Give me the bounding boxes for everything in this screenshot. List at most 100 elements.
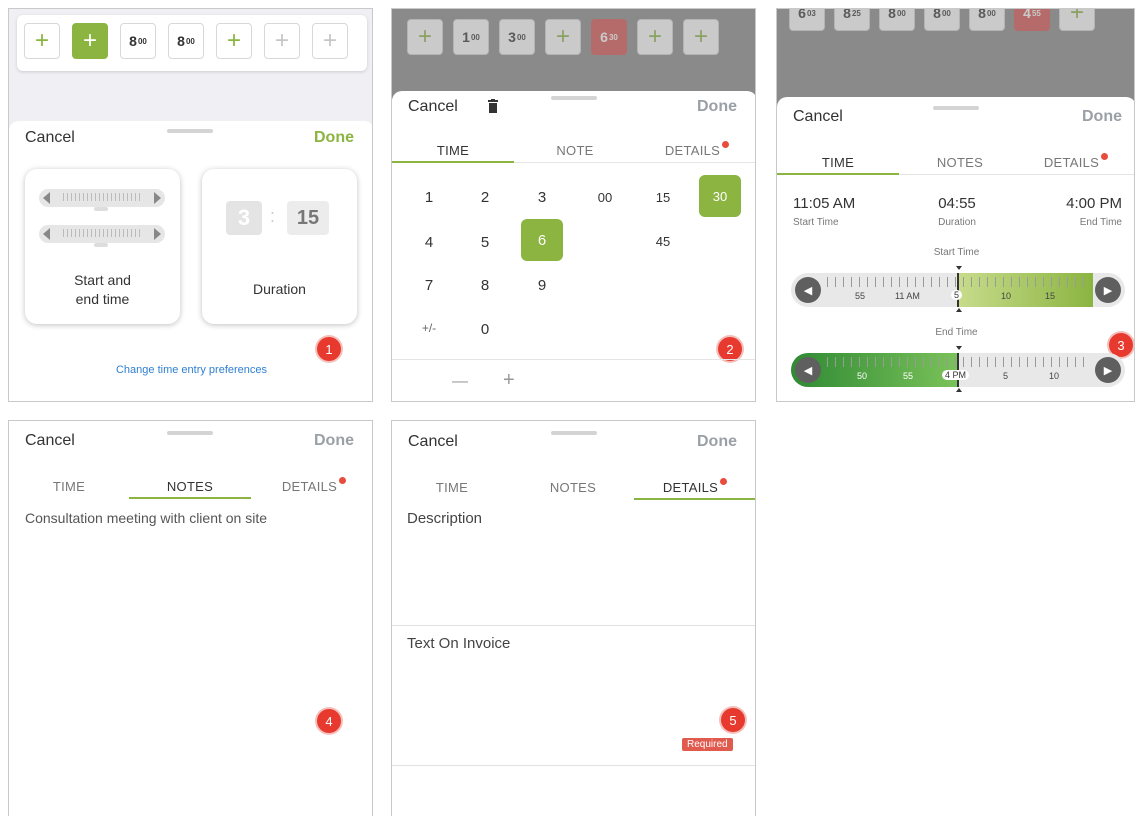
day-time-tile[interactable]: 6 30 [591,19,627,55]
day-add-tile[interactable]: + [545,19,581,55]
cancel-button[interactable]: Cancel [25,432,75,450]
key-6-selected[interactable]: 6 [521,219,563,261]
tab-details-label: DETAILS [662,480,719,495]
minute-00[interactable]: 00 [590,190,620,205]
key-7[interactable]: 7 [414,277,444,294]
day-time-tile[interactable]: 8 25 [834,9,870,31]
day-time-tile[interactable]: 8 00 [969,9,1005,31]
details-alert-dot-icon [339,477,347,484]
key-3[interactable]: 3 [527,189,557,206]
start-tick-15: 15 [1045,291,1056,301]
minute-15[interactable]: 15 [648,190,678,205]
day-add-tile[interactable]: + [24,23,60,59]
key-5[interactable]: 5 [470,234,500,251]
day-time-tile[interactable]: 1 00 [453,19,489,55]
cancel-button[interactable]: Cancel [408,433,458,451]
sheet-grabber[interactable] [167,129,213,133]
start-tick-selected: 5 [951,290,963,300]
key-4[interactable]: 4 [414,234,444,251]
sheet-grabber[interactable] [551,431,597,435]
end-tick-5: 5 [1003,371,1009,381]
day-add-tile[interactable]: + [72,23,108,59]
tab-note[interactable]: NOTE [514,143,636,158]
day-add-tile[interactable]: + [683,19,719,55]
day-add-tile[interactable]: + [264,23,300,59]
tab-details[interactable]: DETAILS [636,141,755,158]
plus-icon: + [693,23,708,50]
day-time-tile[interactable]: 6 03 [789,8,825,31]
end-time-label: End Time [1079,217,1122,228]
plus-icon: + [417,23,432,50]
day-time-tile[interactable]: 4 55 [1014,9,1050,31]
day-time-tile[interactable]: 8 00 [120,23,156,59]
done-button[interactable]: Done [1082,108,1122,126]
end-slider-mini-icon [39,225,165,243]
tab-details[interactable]: DETAILS [1015,153,1134,170]
minute-45[interactable]: 45 [648,234,678,249]
end-time-value: 4:00 PM [1066,195,1122,212]
end-time-slider[interactable]: ◀ ▶ 50 55 4 PM 5 10 [791,353,1125,387]
tab-notes[interactable]: NOTES [129,479,251,494]
tab-notes[interactable]: NOTES [899,155,1021,170]
trash-icon[interactable] [488,99,498,113]
bottom-divider [392,359,755,360]
day-add-tile[interactable]: + [1059,9,1095,31]
tab-notes[interactable]: NOTES [512,480,634,495]
end-tick-50: 50 [857,371,868,381]
start-slider-next-button[interactable]: ▶ [1095,277,1121,303]
done-button[interactable]: Done [697,98,737,116]
day-time-tile[interactable]: 8 00 [879,9,915,31]
tile-hours: 8 [933,8,941,21]
key-1[interactable]: 1 [414,189,444,206]
description-field-label: Description [407,510,483,527]
tile-hours: 6 [798,8,806,21]
sheet-grabber[interactable] [167,431,213,435]
end-slider-next-button[interactable]: ▶ [1095,357,1121,383]
description-input[interactable] [392,531,755,625]
duration-option-card[interactable]: 3 : 15 Duration [202,169,357,324]
start-end-option-card[interactable]: Start and end time [25,169,180,324]
day-add-tile[interactable]: + [216,23,252,59]
change-preferences-link[interactable]: Change time entry preferences [9,364,372,376]
tab-time[interactable]: TIME [777,155,899,170]
done-button[interactable]: Done [314,129,354,147]
tab-time[interactable]: TIME [392,143,514,158]
key-8[interactable]: 8 [470,277,500,294]
cancel-button[interactable]: Cancel [408,98,458,116]
start-time-slider[interactable]: ◀ ▶ 55 11 AM 5 10 15 [791,273,1125,307]
day-time-tile[interactable]: 3 00 [499,19,535,55]
end-slider-prev-button[interactable]: ◀ [795,357,821,383]
day-add-tile[interactable]: + [407,19,443,55]
day-time-tile[interactable]: 8 00 [924,8,960,31]
decrement-button[interactable]: — [452,373,468,391]
key-plus-minus[interactable]: +/- [414,321,444,335]
tab-details[interactable]: DETAILS [634,478,755,495]
increment-button[interactable]: + [503,369,515,392]
start-slider-prev-button[interactable]: ◀ [795,277,821,303]
done-button[interactable]: Done [697,433,737,451]
key-9[interactable]: 9 [527,277,557,294]
cancel-button[interactable]: Cancel [25,129,75,147]
tab-details[interactable]: DETAILS [253,477,372,494]
day-time-tile[interactable]: 8 00 [168,23,204,59]
notes-textarea[interactable]: Consultation meeting with client on site [25,510,365,526]
day-add-tile[interactable]: + [312,23,348,59]
sheet-grabber[interactable] [551,96,597,100]
tab-time[interactable]: TIME [9,479,129,494]
tab-divider [514,162,755,163]
key-2[interactable]: 2 [470,189,500,206]
tile-minutes: 00 [470,32,480,42]
done-button[interactable]: Done [314,432,354,450]
cancel-button[interactable]: Cancel [793,108,843,126]
sheet-grabber[interactable] [933,106,979,110]
tab-details-label: DETAILS [664,143,721,158]
minute-30-selected[interactable]: 30 [699,175,741,217]
field-divider [392,765,755,766]
key-0[interactable]: 0 [470,321,500,338]
day-add-tile[interactable]: + [637,19,673,55]
duration-label: Duration [938,217,976,228]
tab-time[interactable]: TIME [392,480,512,495]
callout-badge-2: 2 [718,337,742,361]
required-badge: Required [682,738,733,751]
tab-details-label: DETAILS [281,479,338,494]
